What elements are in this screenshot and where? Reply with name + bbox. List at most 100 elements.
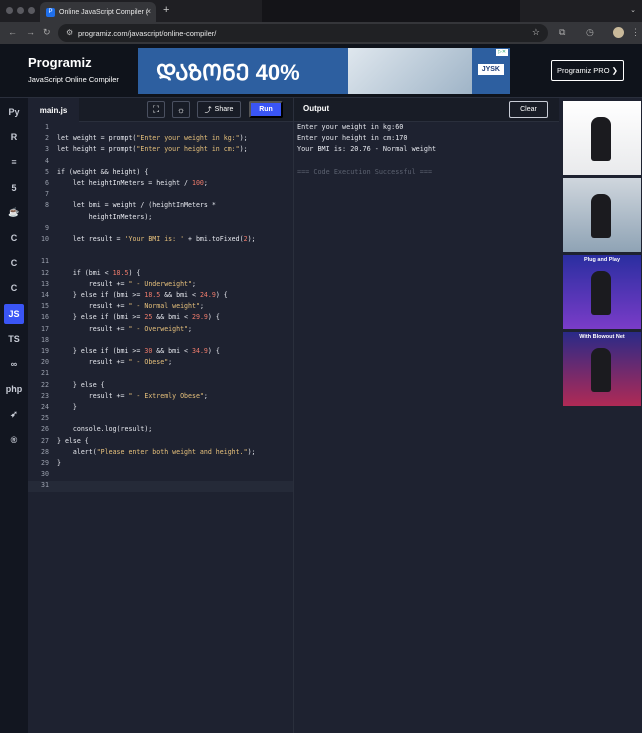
- line-number: 7: [45, 190, 49, 199]
- html-icon[interactable]: 5: [4, 178, 24, 198]
- back-icon[interactable]: ←: [8, 27, 17, 37]
- address-bar[interactable]: ⚙ programiz.com/javascript/online-compil…: [58, 24, 548, 42]
- file-tab-main-js[interactable]: main.js: [28, 98, 79, 122]
- window-zoom-dot[interactable]: [28, 7, 35, 14]
- browser-toolbar: ← → ↻ ⚙ programiz.com/javascript/online-…: [0, 22, 642, 44]
- code-text: let bmi = weight / (heightInMeters *: [57, 201, 216, 210]
- programiz-logo[interactable]: Programiz: [28, 55, 92, 70]
- window-close-dot[interactable]: [6, 7, 13, 14]
- line-number: 26: [41, 425, 49, 434]
- side-ad-caption: Plug and Play: [583, 257, 621, 263]
- line-number: 20: [41, 358, 49, 367]
- tab-close-icon[interactable]: ×: [146, 7, 151, 16]
- code-line: 21: [28, 369, 293, 380]
- browser-tab[interactable]: P Online JavaScript Compiler ( ×: [40, 2, 156, 22]
- typescript-icon[interactable]: TS: [4, 329, 24, 349]
- code-line: 20 result += " - Obese";: [28, 358, 293, 369]
- clear-button[interactable]: Clear: [509, 101, 548, 118]
- line-number: 27: [41, 436, 49, 445]
- java-icon[interactable]: ☕: [4, 203, 24, 223]
- line-number: 4: [45, 156, 49, 165]
- line-number: 11: [41, 257, 49, 266]
- code-editor[interactable]: 1 2 let weight = prompt("Enter your weight…: [28, 122, 293, 733]
- line-number: 15: [41, 302, 49, 311]
- microphone-image-icon: [591, 117, 611, 161]
- csharp-icon[interactable]: C: [4, 278, 24, 298]
- code-text: } else if (bmi >= 18.5 && bmi < 24.9) {: [57, 291, 228, 299]
- cpp-icon[interactable]: C: [4, 253, 24, 273]
- side-ad-2[interactable]: [563, 178, 641, 252]
- microphone-image-icon: [591, 348, 611, 392]
- share-label: Share: [214, 106, 234, 113]
- line-number: 14: [41, 291, 49, 299]
- code-line: 19 } else if (bmi >= 30 && bmi < 34.9) {: [28, 347, 293, 358]
- new-tab-button[interactable]: +: [163, 4, 169, 16]
- line-number: 31: [41, 481, 49, 490]
- code-text: result += " - Underweight";: [57, 279, 196, 288]
- code-line: 31: [28, 481, 293, 493]
- code-text: if (bmi < 18.5) {: [57, 268, 141, 277]
- code-line: 24 }: [28, 403, 293, 414]
- swift-icon[interactable]: ➶: [4, 404, 24, 424]
- line-number: 8: [45, 201, 49, 210]
- page-subtitle: JavaScript Online Compiler: [28, 75, 119, 84]
- c-icon[interactable]: C: [4, 228, 24, 248]
- line-number: 23: [41, 391, 49, 400]
- programiz-pro-button[interactable]: Programiz PRO ❯: [551, 60, 624, 81]
- code-text: result += " - Overweight";: [57, 324, 192, 333]
- code-text: let result = 'Your BMI is: ' + bmi.toFix…: [57, 235, 256, 243]
- code-line: 16 } else if (bmi >= 25 && bmi < 29.9) {: [28, 313, 293, 324]
- profile-avatar[interactable]: [613, 27, 624, 38]
- code-line: 7: [28, 190, 293, 201]
- code-text: } else {: [57, 380, 105, 389]
- code-line: 26 console.log(result);: [28, 425, 293, 436]
- side-ad-3[interactable]: Plug and Play: [563, 255, 641, 329]
- window-minimize-dot[interactable]: [17, 7, 24, 14]
- side-ad-4[interactable]: With Blowout Net: [563, 332, 641, 406]
- ad-image: [348, 48, 472, 94]
- code-line: 30: [28, 470, 293, 481]
- ad-banner[interactable]: ᲓᲐᲖᲝᲜᲔ 40% JYSK ▷✕: [138, 48, 510, 94]
- tab-title: Online JavaScript Compiler (: [59, 8, 149, 16]
- rust-icon[interactable]: ®: [4, 430, 24, 450]
- forward-icon[interactable]: →: [26, 27, 35, 37]
- extensions-icon[interactable]: ⧉: [559, 27, 565, 38]
- programiz-favicon-icon: P: [46, 7, 55, 17]
- reload-icon[interactable]: ↻: [43, 27, 51, 38]
- code-line: 14 } else if (bmi >= 18.5 && bmi < 24.9)…: [28, 291, 293, 302]
- sql-icon[interactable]: ≡: [4, 152, 24, 172]
- output-console: Enter your weight in kg:60 Enter your hei…: [293, 122, 559, 733]
- line-number: 6: [45, 179, 49, 187]
- menu-kebab-icon[interactable]: ⋮: [631, 27, 640, 38]
- theme-toggle-icon[interactable]: ☼: [172, 101, 190, 118]
- code-text: console.log(result);: [57, 425, 153, 434]
- output-line: Enter your weight in kg:60: [297, 123, 404, 131]
- code-line: 27} else {: [28, 437, 293, 448]
- run-button[interactable]: Run: [249, 101, 283, 118]
- side-ad-column: Plug and Play With Blowout Net: [559, 98, 642, 733]
- chevron-down-icon[interactable]: ⌄: [630, 6, 636, 14]
- python-icon[interactable]: Py: [4, 102, 24, 122]
- fullscreen-icon[interactable]: ⛶: [147, 101, 165, 118]
- code-text: result += " - Normal weight";: [57, 302, 204, 311]
- history-icon[interactable]: ◷: [586, 27, 594, 38]
- go-icon[interactable]: ∞: [4, 354, 24, 374]
- adchoices-icon[interactable]: ▷✕: [496, 49, 508, 56]
- bookmark-star-icon[interactable]: ☆: [532, 27, 540, 38]
- r-icon[interactable]: R: [4, 127, 24, 147]
- share-button[interactable]: ⤴ Share: [197, 101, 241, 118]
- javascript-icon[interactable]: JS: [4, 303, 24, 324]
- code-text: let height = prompt("Enter your height i…: [57, 145, 248, 154]
- site-info-icon[interactable]: ⚙: [66, 28, 73, 37]
- tab-strip-empty: [262, 0, 520, 22]
- side-ad-caption: With Blowout Net: [579, 334, 625, 340]
- code-line: 13 result += " - Underweight";: [28, 280, 293, 291]
- php-icon[interactable]: php: [4, 379, 24, 399]
- code-line: 1: [28, 123, 293, 134]
- microphone-image-icon: [591, 194, 611, 238]
- line-number: 5: [45, 167, 49, 176]
- line-number: 2: [45, 134, 49, 143]
- code-line: 28 alert("Please enter both weight and h…: [28, 448, 293, 459]
- side-ad-1[interactable]: [563, 101, 641, 175]
- code-text: result += " - Extremly Obese";: [57, 391, 208, 400]
